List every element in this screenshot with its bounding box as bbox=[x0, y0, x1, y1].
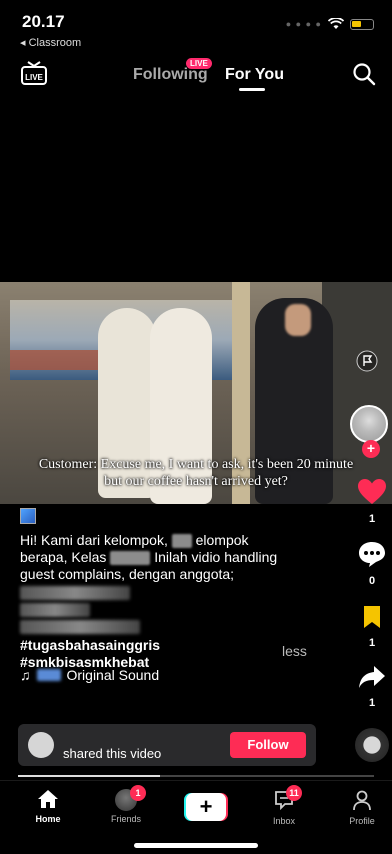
status-icons: ● ● ● ● bbox=[286, 18, 374, 30]
sound-author bbox=[36, 669, 61, 681]
redacted-text bbox=[171, 534, 192, 549]
create-button[interactable]: + bbox=[184, 793, 228, 821]
search-icon[interactable] bbox=[352, 62, 376, 86]
like-count: 1 bbox=[368, 513, 376, 525]
plus-icon: + bbox=[186, 793, 226, 821]
share-count: 1 bbox=[368, 697, 376, 709]
caption-part: elompok bbox=[195, 532, 249, 548]
creator-avatar[interactable] bbox=[350, 405, 388, 443]
nav-friends[interactable]: 1 Friends bbox=[96, 785, 156, 824]
caption-sticker-icon bbox=[20, 508, 36, 524]
back-to-app-link[interactable]: ◂ Classroom bbox=[20, 36, 81, 49]
caption-part: Inilah vidio handling bbox=[154, 549, 278, 565]
battery-icon bbox=[350, 18, 374, 30]
friends-badge: 1 bbox=[130, 785, 146, 801]
caption-part: guest complains, dengan anggota; bbox=[20, 566, 235, 582]
comment-count: 0 bbox=[368, 575, 376, 587]
nav-inbox-label: Inbox bbox=[272, 816, 296, 826]
sound-disc-icon[interactable] bbox=[355, 728, 389, 762]
caption-part: berapa, Kelas bbox=[20, 549, 107, 565]
share-button[interactable]: 1 bbox=[355, 664, 389, 709]
comment-button[interactable]: 0 bbox=[355, 540, 389, 587]
signal-icon: ● ● ● ● bbox=[285, 19, 322, 29]
heart-icon bbox=[358, 479, 386, 504]
shared-text: shared this video bbox=[63, 746, 162, 761]
redacted-text bbox=[110, 551, 151, 566]
video-subtitle: Customer: Excuse me, I want to ask, it's… bbox=[0, 456, 392, 490]
status-time: 20.17 bbox=[22, 12, 65, 31]
redacted-line bbox=[20, 586, 130, 600]
home-indicator bbox=[134, 843, 258, 848]
see-less-link[interactable]: less bbox=[282, 643, 307, 659]
sharer-avatar[interactable] bbox=[28, 732, 54, 758]
sound-link[interactable]: ♫ Original Sound bbox=[20, 667, 159, 683]
status-bar: 20.17 ◂ Classroom ● ● ● ● bbox=[0, 0, 392, 52]
sound-label: Original Sound bbox=[66, 667, 160, 683]
shared-video-banner: shared this video Follow bbox=[18, 724, 316, 766]
nav-friends-label: Friends bbox=[110, 814, 141, 824]
nav-profile[interactable]: Profile bbox=[332, 789, 392, 826]
comment-icon bbox=[359, 542, 385, 567]
top-nav: LIVE Following LIVE For You bbox=[0, 58, 392, 94]
video-blurred-face bbox=[285, 304, 311, 336]
nav-home[interactable]: Home bbox=[18, 789, 78, 824]
nav-inbox[interactable]: 11 Inbox bbox=[254, 785, 314, 826]
wifi-icon bbox=[328, 18, 344, 29]
tab-for-you[interactable]: For You bbox=[225, 66, 284, 84]
active-tab-indicator bbox=[239, 88, 265, 91]
music-note-icon: ♫ bbox=[20, 667, 31, 683]
live-icon-label: LIVE bbox=[25, 73, 43, 82]
video-frame[interactable]: Customer: Excuse me, I want to ask, it's… bbox=[0, 282, 392, 504]
favorite-count: 1 bbox=[368, 637, 376, 649]
caption-part: Hi! Kami dari kelompok, bbox=[20, 532, 168, 548]
video-progress-bar[interactable] bbox=[18, 775, 374, 777]
profile-icon bbox=[353, 790, 371, 811]
follow-button[interactable]: Follow bbox=[230, 732, 306, 758]
bookmark-icon bbox=[364, 606, 380, 628]
favorite-button[interactable]: 1 bbox=[355, 604, 389, 649]
hashtag-link[interactable]: #tugasbahasainggris bbox=[20, 637, 160, 653]
subtitle-line: Customer: Excuse me, I want to ask, it's… bbox=[38, 457, 354, 472]
subtitle-line: but our coffee hasn't arrived yet? bbox=[104, 474, 288, 489]
home-icon bbox=[38, 790, 58, 808]
live-badge: LIVE bbox=[186, 58, 212, 69]
like-button[interactable]: 1 bbox=[355, 478, 389, 525]
live-icon[interactable]: LIVE bbox=[20, 60, 48, 86]
report-flag-icon[interactable] bbox=[356, 350, 378, 372]
caption-text[interactable]: Hi! Kami dari kelompok, elompok berapa, … bbox=[20, 532, 350, 583]
nav-profile-label: Profile bbox=[349, 816, 375, 826]
redacted-line bbox=[20, 620, 140, 634]
share-arrow-icon bbox=[359, 666, 385, 688]
nav-home-label: Home bbox=[35, 814, 61, 824]
redacted-line bbox=[20, 603, 90, 617]
follow-plus-icon[interactable]: + bbox=[362, 440, 380, 458]
inbox-badge: 11 bbox=[286, 785, 302, 801]
